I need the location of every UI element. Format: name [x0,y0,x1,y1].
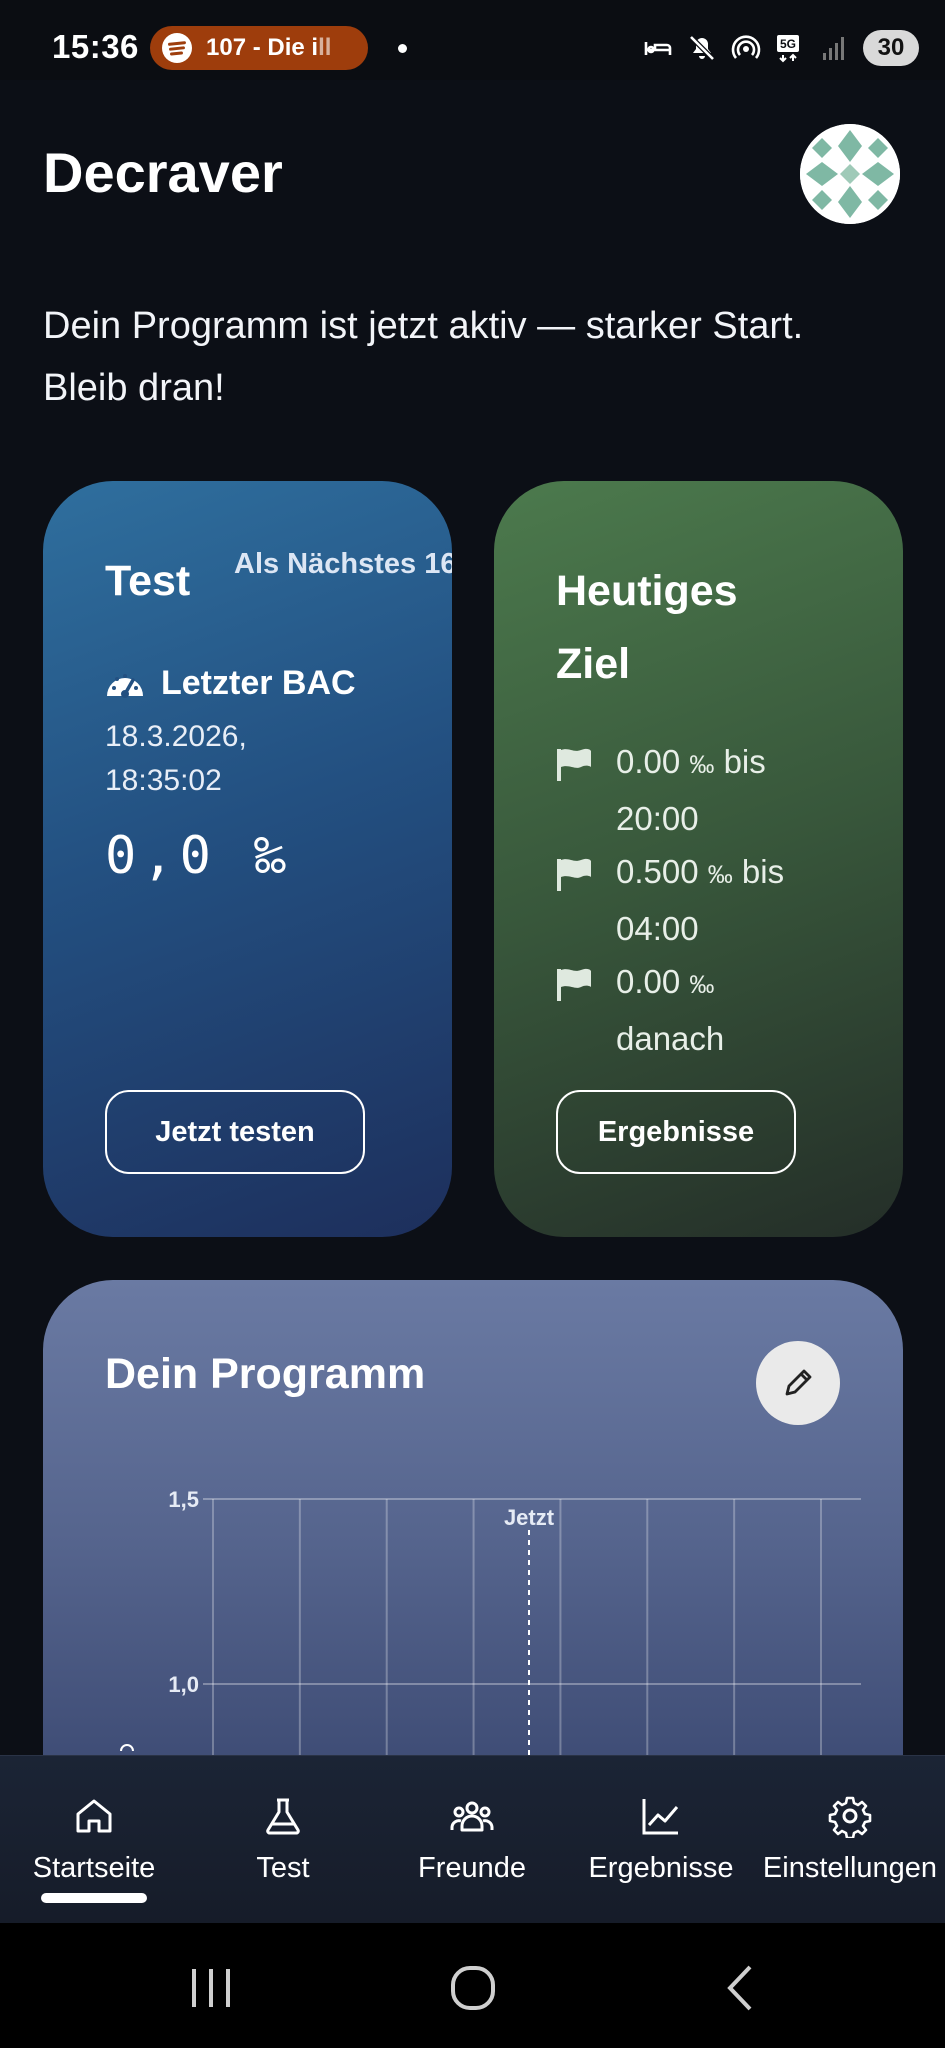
next-test-label: Als Nächstes 16:( [234,548,452,580]
nav-label: Einstellungen [762,1852,938,1884]
system-navigation-bar [0,1923,945,2048]
svg-text:5G: 5G [780,37,796,51]
status-icons: 5G 30 [643,26,919,70]
sleep-mode-icon [644,42,672,55]
goal-list: 0.00 ‰ bis 20:00 0.500 ‰ bis 04:00 0.00 ‰ d… [556,735,876,1065]
nav-item-ergebnisse[interactable]: Ergebnisse [581,1756,741,1924]
status-time: 15:36 [52,28,139,65]
results-button[interactable]: Ergebnisse [556,1090,796,1174]
spotify-icon [162,33,192,63]
chart-icon [642,1799,679,1835]
gauge-icon [107,673,143,698]
nav-label: Freunde [417,1852,526,1884]
flag-icon [557,858,591,891]
recents-icon[interactable] [186,1963,236,2013]
y-axis-icon [120,1744,134,1752]
app-title: Decraver [43,141,283,204]
y-tick-label: 1,5 [168,1487,199,1512]
goal-item: 0.00 ‰ bis 20:00 [556,735,876,845]
mute-icon [689,35,715,61]
home-circle-icon[interactable] [448,1963,498,2013]
last-bac-label: Letzter BAC [161,664,356,702]
active-tab-indicator [41,1893,147,1903]
test-card[interactable]: Test Als Nächstes 16:( Letzter BAC 18.3.… [43,481,452,1237]
signal-icon [823,37,844,60]
now-marker-label: Jetzt [504,1505,555,1530]
test-now-button[interactable]: Jetzt testen [105,1090,365,1174]
gear-icon [828,1796,872,1838]
home-icon [76,1799,112,1833]
last-bac-row: Letzter BAC [105,664,356,703]
nav-item-freunde[interactable]: Freunde [392,1756,552,1924]
network-5g-icon: 5G [777,35,799,63]
goal-item: 0.00 ‰ danach [556,955,876,1065]
nav-label: Ergebnisse [588,1852,734,1884]
y-tick-label: 1,0 [168,1672,199,1697]
nav-item-test[interactable]: Test [203,1756,363,1924]
nav-item-einstellungen[interactable]: Einstellungen [758,1756,942,1924]
avatar[interactable] [800,124,900,224]
friends-icon [450,1801,494,1832]
bottom-navigation: Startseite Test Freunde Ergebnisse Einst… [0,1755,945,1923]
media-title: 107 - Die ill [206,34,332,61]
test-card-title: Test [105,557,191,605]
flag-icon [557,748,591,781]
daily-goal-title: Heutiges Ziel [556,567,738,688]
geometric-avatar-icon [800,124,900,224]
status-message: Dein Programm ist jetzt aktiv — starker … [43,305,804,409]
goal-item: 0.500 ‰ bis 04:00 [556,845,876,955]
program-chart: 1,5 1,0 Jetzt [168,1487,861,1760]
hotspot-icon [731,35,761,59]
flask-icon [266,1798,300,1835]
notification-dot [398,44,407,53]
last-bac-date: 18.3.2026, 18:35:02 [105,720,247,797]
media-chip[interactable]: 107 - Die ill [150,26,368,70]
nav-label: Test [256,1852,310,1884]
status-bar: 15:36 107 - Die ill 5G 30 [0,0,945,80]
flag-icon [557,968,591,1001]
back-icon[interactable] [716,1963,766,2013]
nav-label: Startseite [32,1852,156,1884]
bac-value: 0,0 ‰ [105,826,292,886]
program-card: Dein Programm 1,5 1,0 Jetzt [43,1280,903,1760]
battery-indicator: 30 [863,30,919,66]
daily-goal-card[interactable]: Heutiges Ziel 0.00 ‰ bis 20:00 0.500 ‰ bi… [494,481,903,1237]
